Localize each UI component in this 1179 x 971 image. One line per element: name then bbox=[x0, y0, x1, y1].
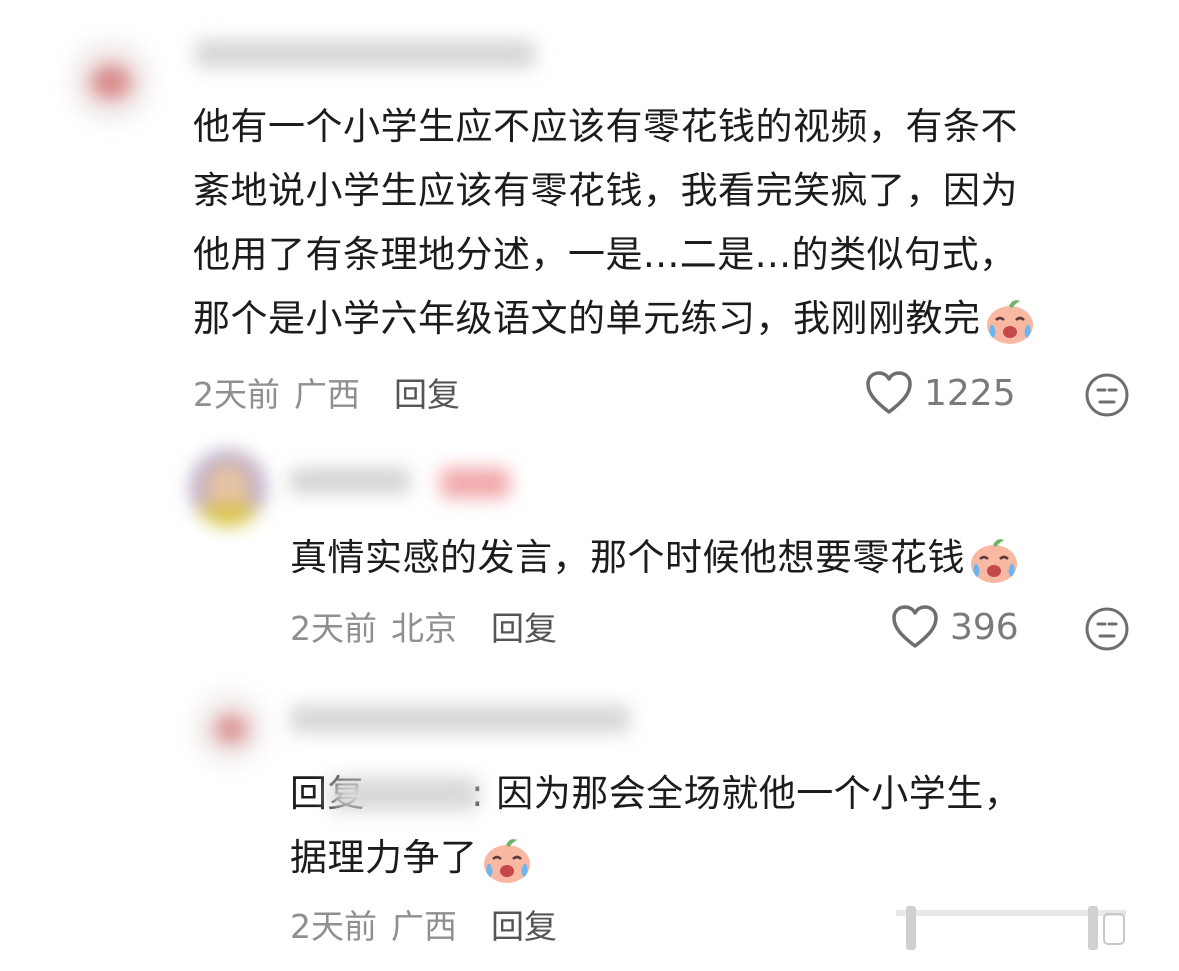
heart-outline-icon bbox=[890, 604, 940, 650]
comment-text: 他有一个小学生应不应该有零花钱的视频，有条不 紊地说小学生应该有零花钱，我看完笑… bbox=[193, 95, 1153, 351]
neutral-face-icon bbox=[1084, 372, 1130, 418]
comment-text-line: 那个是小学六年级语文的单元练习，我刚刚教完 bbox=[193, 297, 981, 340]
comment-text-line: 紊地说小学生应该有零花钱，我看完笑疯了，因为 bbox=[193, 169, 1018, 212]
comment-time: 2天前 bbox=[193, 375, 280, 414]
comment-time: 2天前 bbox=[290, 907, 377, 946]
like-count: 1225 bbox=[924, 372, 1016, 414]
comment-text-line: : 因为那会全场就他一个小学生， bbox=[471, 772, 1022, 815]
comment-location: 广西 bbox=[391, 907, 457, 946]
neutral-face-icon bbox=[1084, 606, 1130, 652]
comment-text-line: 据理力争了 bbox=[290, 836, 478, 879]
comment-text-line: 真情实感的发言，那个时候他想要零花钱 bbox=[290, 536, 965, 579]
reply-target-username[interactable] bbox=[329, 777, 479, 811]
crying-laughing-emoji-icon bbox=[480, 834, 534, 886]
dislike-button[interactable] bbox=[1084, 372, 1130, 418]
watermark-logo bbox=[888, 900, 1138, 954]
comment-text: 回复 : 因为那会全场就他一个小学生， 据理力争了 bbox=[290, 762, 1150, 890]
user-avatar[interactable] bbox=[190, 450, 266, 526]
user-avatar[interactable] bbox=[192, 690, 268, 766]
heart-outline-icon bbox=[864, 370, 914, 416]
reply-button[interactable]: 回复 bbox=[491, 602, 557, 650]
like-button[interactable]: 396 bbox=[890, 602, 1019, 652]
crying-laughing-emoji-icon bbox=[967, 534, 1021, 586]
comment-location: 北京 bbox=[391, 609, 457, 648]
comment-time: 2天前 bbox=[290, 609, 377, 648]
comment-meta: 2天前 北京 回复 bbox=[290, 604, 557, 648]
crying-laughing-emoji-icon bbox=[983, 295, 1037, 347]
like-count: 396 bbox=[950, 606, 1019, 648]
comment-location: 广西 bbox=[294, 375, 360, 414]
like-button[interactable]: 1225 bbox=[864, 368, 1016, 418]
comment-meta: 2天前 广西 回复 bbox=[290, 902, 557, 946]
user-avatar[interactable] bbox=[68, 38, 154, 124]
comment-text: 真情实感的发言，那个时候他想要零花钱 bbox=[290, 526, 1150, 590]
comment-text-line: 他有一个小学生应不应该有零花钱的视频，有条不 bbox=[193, 105, 1018, 148]
author-badge bbox=[440, 468, 510, 498]
comment-meta: 2天前 广西 回复 bbox=[193, 370, 460, 414]
username[interactable] bbox=[290, 705, 630, 733]
reply-button[interactable]: 回复 bbox=[394, 368, 460, 416]
reply-button[interactable]: 回复 bbox=[491, 900, 557, 948]
username[interactable] bbox=[290, 468, 410, 494]
comment-text-line: 他用了有条理地分述，一是...二是...的类似句式， bbox=[193, 233, 1017, 276]
dislike-button[interactable] bbox=[1084, 606, 1130, 652]
username[interactable] bbox=[195, 40, 535, 68]
